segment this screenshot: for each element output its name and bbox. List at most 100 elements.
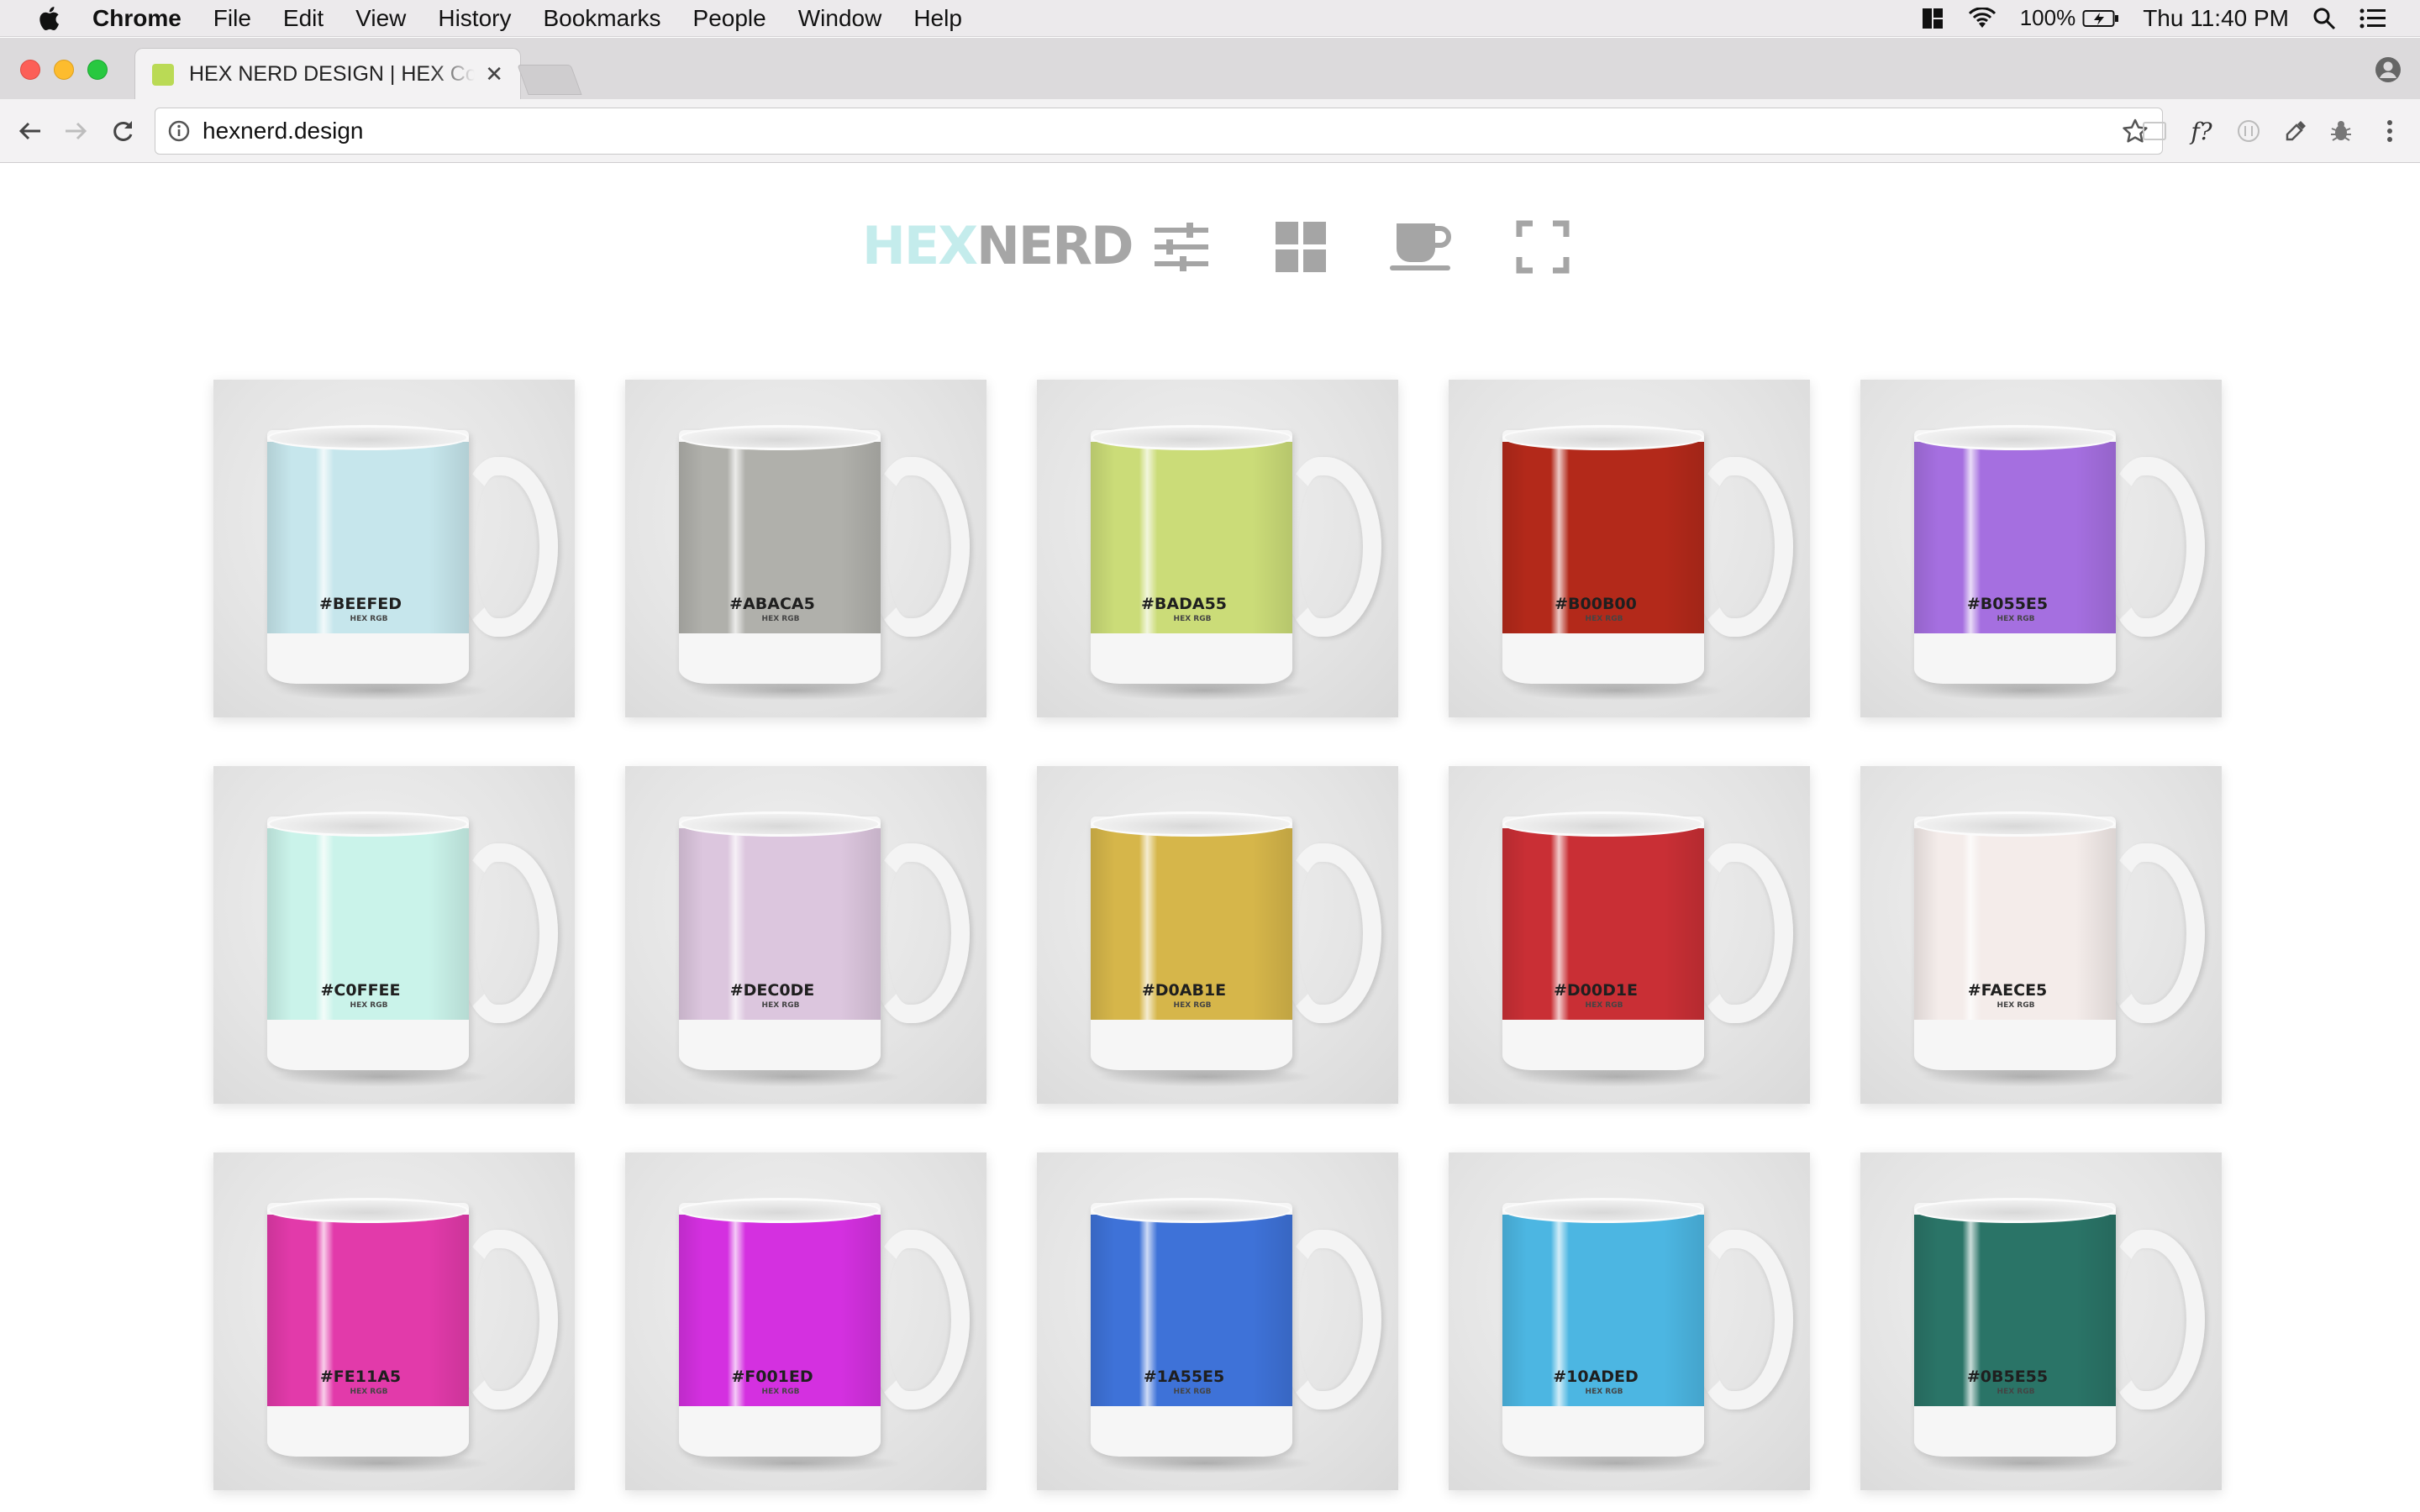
- menu-help[interactable]: Help: [913, 5, 962, 32]
- mug-handle: [2102, 1230, 2205, 1410]
- reload-icon[interactable]: [108, 116, 138, 146]
- mug-rim: [1502, 425, 1704, 450]
- mug-handle: [867, 1230, 970, 1410]
- extension-circle-icon[interactable]: [2233, 116, 2264, 146]
- menu-people[interactable]: People: [693, 5, 766, 32]
- mug-hex-code: #D00D1E: [1553, 981, 1639, 1000]
- menubar-clock[interactable]: Thu 11:40 PM: [2143, 5, 2289, 32]
- mug-rim: [1502, 1198, 1704, 1223]
- tab-close-icon[interactable]: ✕: [485, 61, 503, 87]
- macos-menu-bar: Chrome File Edit View History Bookmarks …: [0, 0, 2420, 37]
- minimize-window-button[interactable]: [54, 60, 74, 80]
- mug-card[interactable]: #DEC0DE HEX RGB: [625, 766, 986, 1104]
- menu-history[interactable]: History: [438, 5, 511, 32]
- mug-rim: [679, 811, 881, 837]
- menu-window[interactable]: Window: [798, 5, 882, 32]
- mug-card[interactable]: #FAECE5 HEX RGB: [1860, 766, 2222, 1104]
- mug-card[interactable]: #B055E5 HEX RGB: [1860, 380, 2222, 717]
- grid-icon[interactable]: [1270, 217, 1331, 277]
- mug-card[interactable]: #D0AB1E HEX RGB: [1037, 766, 1398, 1104]
- mug-handle: [1691, 1230, 1793, 1410]
- window-tiling-icon[interactable]: [1921, 7, 1944, 30]
- close-window-button[interactable]: [20, 60, 40, 80]
- sliders-icon[interactable]: [1151, 217, 1212, 277]
- tab-favicon: [152, 63, 174, 86]
- mug-hex-code: #C0FFEE: [320, 981, 401, 1000]
- menu-bookmarks[interactable]: Bookmarks: [543, 5, 660, 32]
- mug-hex-code: #10ADED: [1553, 1368, 1639, 1386]
- notification-center-icon[interactable]: [2360, 8, 2386, 29]
- menu-view[interactable]: View: [355, 5, 406, 32]
- mug-hex-subtitle: HEX RGB: [1173, 615, 1212, 623]
- mug-hex-subtitle: HEX RGB: [1996, 1001, 2035, 1010]
- apple-menu-icon[interactable]: [32, 6, 66, 31]
- mug-hex-code: #B055E5: [1966, 595, 2049, 613]
- mug-card[interactable]: #BADA55 HEX RGB: [1037, 380, 1398, 717]
- site-info-icon[interactable]: [167, 119, 191, 143]
- bug-extension-icon[interactable]: [2326, 116, 2356, 146]
- mug-card[interactable]: #ABACA5 HEX RGB: [625, 380, 986, 717]
- wifi-icon[interactable]: [1968, 7, 1996, 29]
- mug-body: [679, 1203, 881, 1457]
- url-text[interactable]: hexnerd.design: [203, 118, 363, 144]
- mug-handle: [1279, 1230, 1381, 1410]
- fullscreen-icon[interactable]: [1512, 217, 1573, 277]
- mug-icon[interactable]: [1390, 217, 1451, 277]
- chrome-menu-icon[interactable]: [2375, 116, 2405, 146]
- mug-card[interactable]: #FE11A5 HEX RGB: [213, 1152, 575, 1490]
- spotlight-search-icon[interactable]: [2312, 7, 2336, 30]
- browser-toolbar: hexnerd.design f?: [0, 99, 2420, 163]
- mug-hex-code: #1A55E5: [1143, 1368, 1225, 1386]
- mug-body: [1091, 430, 1292, 684]
- mug-card[interactable]: #BEEFED HEX RGB: [213, 380, 575, 717]
- back-arrow-icon[interactable]: [15, 116, 45, 146]
- battery-icon[interactable]: [2082, 8, 2119, 29]
- mug-handle: [1279, 457, 1381, 637]
- mug-hex-code: #0B5E55: [1966, 1368, 2049, 1386]
- new-tab-button[interactable]: [517, 65, 582, 95]
- mug-body: [1502, 1203, 1704, 1457]
- mug-hex-code: #FE11A5: [319, 1368, 402, 1386]
- menu-file[interactable]: File: [213, 5, 251, 32]
- menu-app-chrome[interactable]: Chrome: [92, 5, 182, 32]
- mug-body: [267, 430, 469, 684]
- mug-card[interactable]: #B00B00 HEX RGB: [1449, 380, 1810, 717]
- mug-body: [1914, 816, 2116, 1070]
- site-logo[interactable]: HEXNERD: [862, 215, 1134, 276]
- fullscreen-window-button[interactable]: [87, 60, 108, 80]
- mug-handle: [455, 1230, 558, 1410]
- mug-hex-code: #BADA55: [1140, 595, 1228, 613]
- mug-card[interactable]: #C0FFEE HEX RGB: [213, 766, 575, 1104]
- mug-rim: [267, 811, 469, 837]
- cast-extension-icon[interactable]: [2139, 116, 2170, 146]
- mug-rim: [1091, 811, 1292, 837]
- mug-hex-subtitle: HEX RGB: [350, 1001, 388, 1010]
- mug-grid: #BEEFED HEX RGB #ABACA5 HEX RGB #BADA55 …: [213, 380, 2222, 1490]
- mug-hex-code: #BEEFED: [318, 595, 402, 613]
- mug-handle: [867, 457, 970, 637]
- tab-title: HEX NERD DESIGN | HEX Color Mugs: [189, 62, 476, 86]
- eyedropper-extension-icon[interactable]: [2281, 116, 2311, 146]
- forward-arrow-icon[interactable]: [60, 116, 91, 146]
- mug-card[interactable]: #F001ED HEX RGB: [625, 1152, 986, 1490]
- mug-handle: [867, 843, 970, 1023]
- mug-handle: [1279, 843, 1381, 1023]
- mug-hex-code: #D0AB1E: [1141, 981, 1227, 1000]
- logo-nerd-text: NERD: [976, 215, 1134, 276]
- menu-edit[interactable]: Edit: [283, 5, 324, 32]
- mug-rim: [679, 1198, 881, 1223]
- mug-card[interactable]: #10ADED HEX RGB: [1449, 1152, 1810, 1490]
- browser-tab-active[interactable]: HEX NERD DESIGN | HEX Color Mugs ✕: [134, 48, 521, 100]
- mug-hex-subtitle: HEX RGB: [1585, 1001, 1623, 1010]
- address-bar[interactable]: hexnerd.design: [155, 108, 2163, 155]
- mug-card[interactable]: #0B5E55 HEX RGB: [1860, 1152, 2222, 1490]
- mug-rim: [1091, 425, 1292, 450]
- font-finder-extension-icon[interactable]: f?: [2186, 116, 2217, 146]
- mug-card[interactable]: #1A55E5 HEX RGB: [1037, 1152, 1398, 1490]
- profile-icon[interactable]: [2375, 56, 2402, 83]
- mug-hex-code: #B00B00: [1555, 595, 1637, 613]
- logo-hex-text: HEX: [862, 215, 978, 276]
- mug-card[interactable]: #D00D1E HEX RGB: [1449, 766, 1810, 1104]
- mug-body: [1091, 816, 1292, 1070]
- mug-hex-subtitle: HEX RGB: [761, 1001, 800, 1010]
